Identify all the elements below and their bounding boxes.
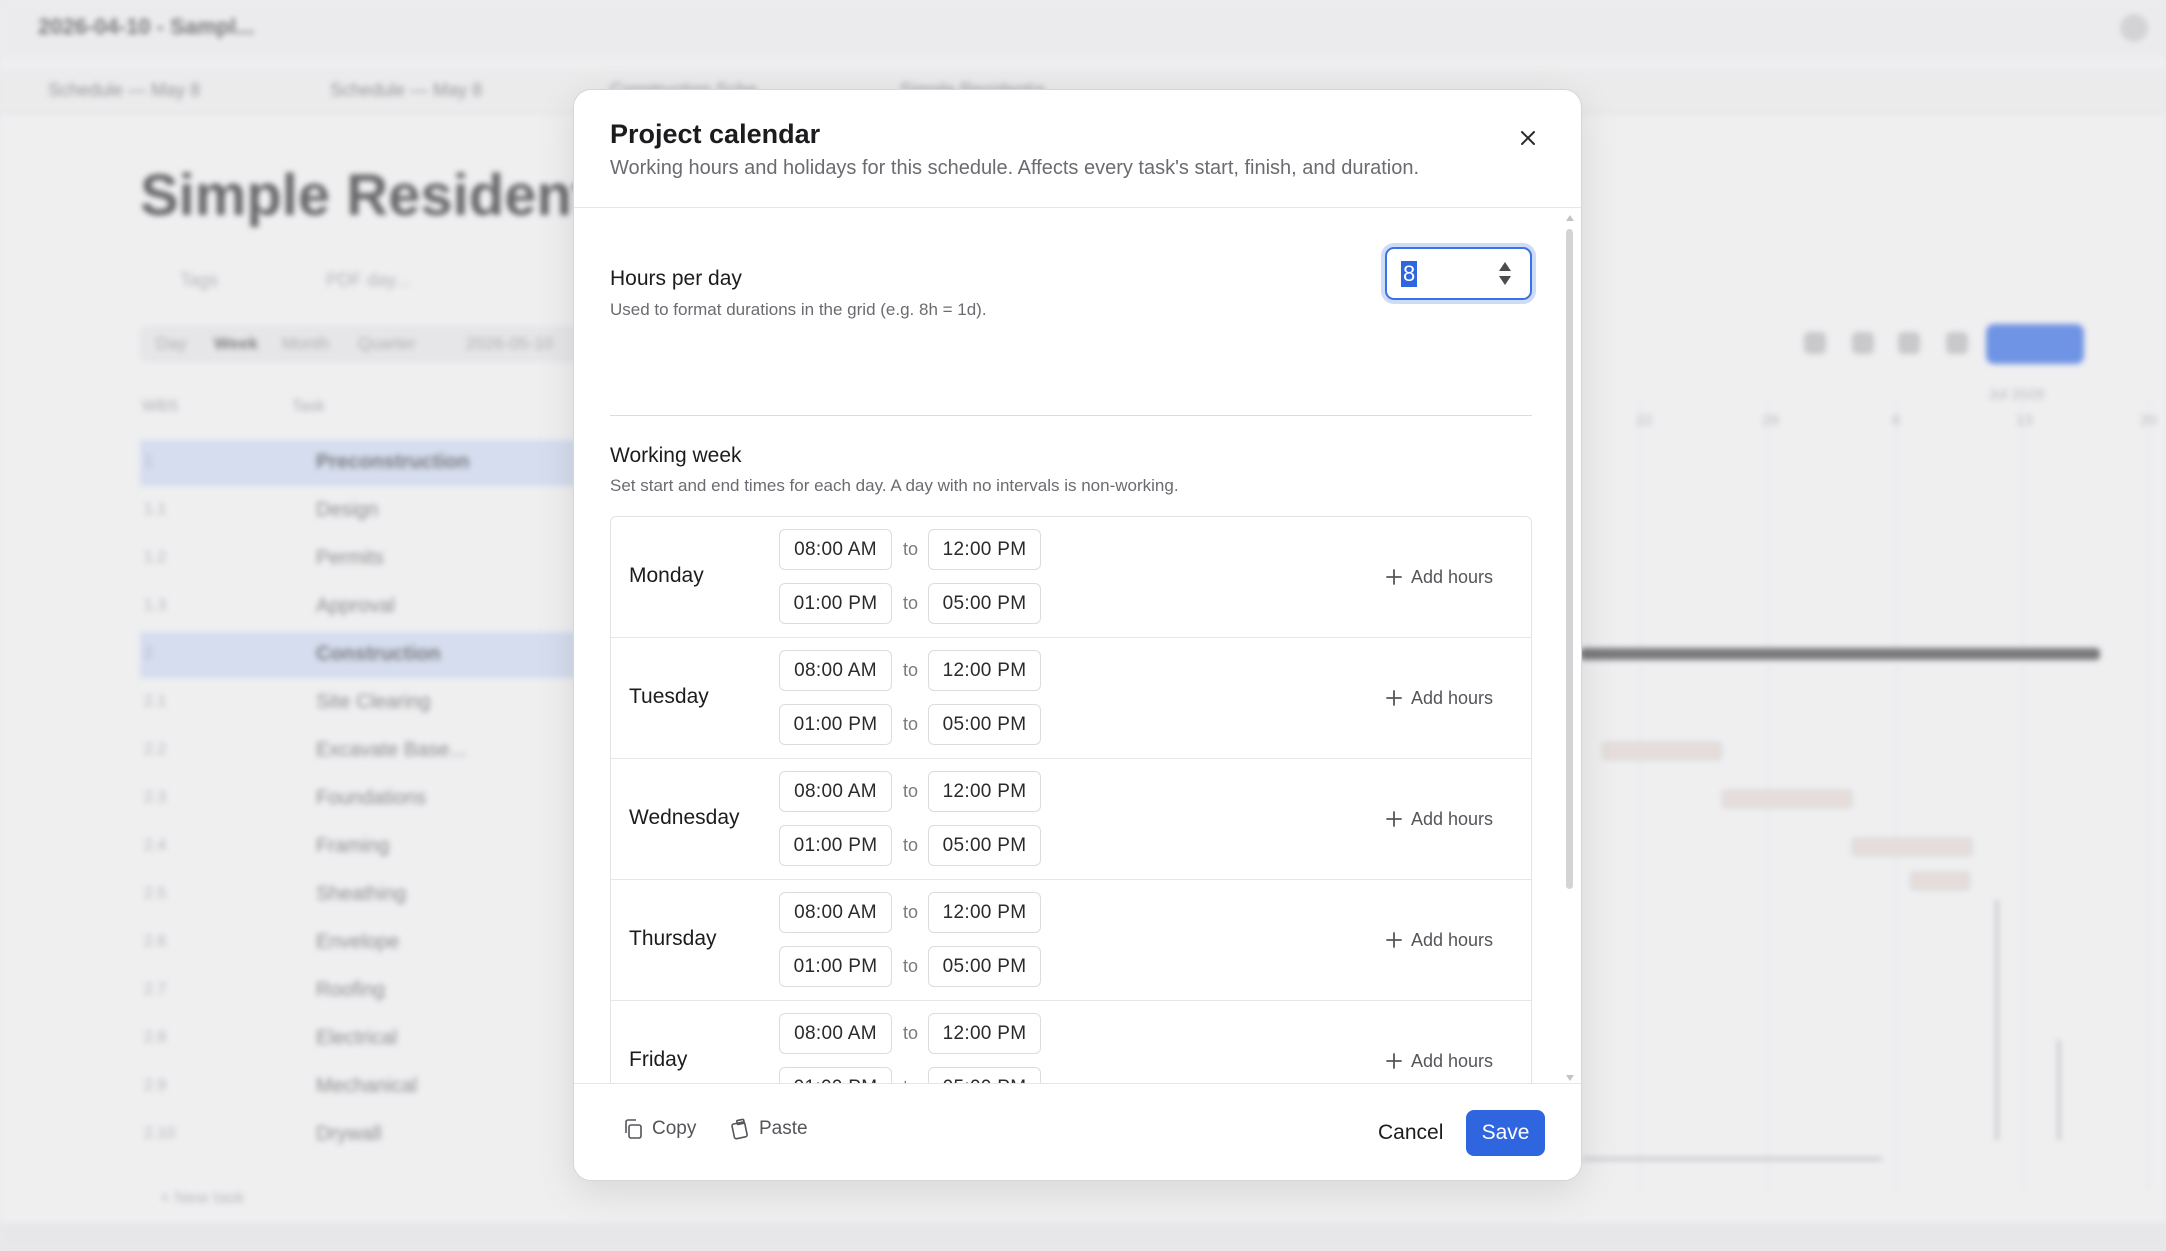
end-time-field[interactable]: 05:00 PM — [928, 1067, 1041, 1083]
scroll-up-icon[interactable] — [1566, 215, 1574, 221]
project-calendar-dialog: Project calendar Working hours and holid… — [573, 89, 1582, 1181]
to-label: to — [903, 593, 919, 613]
add-hours-label: Add hours — [1411, 929, 1494, 950]
dialog-scrollbar[interactable] — [1566, 215, 1574, 1081]
working-week-title: Working week — [610, 444, 742, 467]
add-hours-button[interactable]: Add hours — [1385, 925, 1493, 955]
plus-icon — [1386, 811, 1402, 827]
add-hours-label: Add hours — [1411, 1050, 1494, 1071]
dialog-title: Project calendar — [610, 119, 821, 149]
end-time-field[interactable]: 05:00 PM — [928, 583, 1041, 624]
hours-per-day-label: Hours per day — [610, 267, 742, 290]
to-label: to — [903, 660, 919, 680]
hours-per-day-help: Used to format durations in the grid (e.… — [610, 300, 987, 319]
plus-icon — [1386, 690, 1402, 706]
number-stepper[interactable] — [1498, 260, 1512, 288]
end-time-field[interactable]: 05:00 PM — [928, 704, 1041, 745]
copy-button[interactable]: Copy — [622, 1118, 696, 1140]
hours-per-day-value: 8 — [1401, 261, 1418, 287]
to-label: to — [903, 1023, 919, 1043]
end-time-field[interactable]: 05:00 PM — [928, 946, 1041, 987]
plus-icon — [1386, 932, 1402, 948]
add-hours-button[interactable]: Add hours — [1385, 804, 1493, 834]
end-time-field[interactable]: 12:00 PM — [928, 529, 1041, 570]
stepper-up-icon[interactable] — [1499, 262, 1511, 271]
scroll-thumb[interactable] — [1566, 229, 1573, 889]
day-row-thursday: Thursday 08:00 AM to 12:00 PM 01:00 PM to 05:0… — [611, 880, 1531, 1001]
day-name: Thursday — [629, 927, 717, 950]
start-time-field[interactable]: 08:00 AM — [779, 892, 892, 933]
plus-icon — [1386, 1053, 1402, 1069]
working-week-list: Monday 08:00 AM to 12:00 PM 01:00 PM to 05:00 … — [610, 516, 1532, 1083]
to-label: to — [903, 539, 919, 559]
start-time-field[interactable]: 08:00 AM — [779, 771, 892, 812]
add-hours-label: Add hours — [1411, 808, 1494, 829]
scroll-down-icon[interactable] — [1566, 1075, 1574, 1081]
start-time-field[interactable]: 01:00 PM — [779, 946, 892, 987]
copy-label: Copy — [652, 1118, 697, 1139]
save-button[interactable]: Save — [1466, 1110, 1545, 1156]
day-name: Wednesday — [629, 806, 740, 829]
hours-per-day-input[interactable]: 8 — [1385, 247, 1532, 300]
end-time-field[interactable]: 12:00 PM — [928, 650, 1041, 691]
copy-icon — [625, 1119, 642, 1139]
add-hours-label: Add hours — [1411, 566, 1494, 587]
to-label: to — [903, 835, 919, 855]
paste-icon — [731, 1118, 748, 1140]
day-name: Tuesday — [629, 685, 709, 708]
start-time-field[interactable]: 08:00 AM — [779, 650, 892, 691]
end-time-field[interactable]: 12:00 PM — [928, 771, 1041, 812]
paste-button[interactable]: Paste — [729, 1118, 808, 1140]
end-time-field[interactable]: 12:00 PM — [928, 1013, 1041, 1054]
add-hours-label: Add hours — [1411, 687, 1494, 708]
day-row-monday: Monday 08:00 AM to 12:00 PM 01:00 PM to 05:00 … — [611, 517, 1531, 638]
to-label: to — [903, 956, 919, 976]
add-hours-button[interactable]: Add hours — [1385, 683, 1493, 713]
start-time-field[interactable]: 01:00 PM — [779, 1067, 892, 1083]
working-week-help: Set start and end times for each day. A … — [610, 476, 1179, 495]
add-hours-button[interactable]: Add hours — [1385, 1046, 1493, 1076]
to-label: to — [903, 781, 919, 801]
plus-icon — [1386, 569, 1402, 585]
dialog-body: Hours per day Used to format durations i… — [574, 209, 1581, 1083]
day-row-wednesday: Wednesday 08:00 AM to 12:00 PM 01:00 PM to 05:… — [611, 759, 1531, 880]
start-time-field[interactable]: 01:00 PM — [779, 825, 892, 866]
day-name: Friday — [629, 1048, 688, 1071]
end-time-field[interactable]: 05:00 PM — [928, 825, 1041, 866]
dialog-header: Project calendar Working hours and holid… — [574, 90, 1581, 208]
day-row-friday: Friday08:00 AMto12:00 PM01:00 PMto05:00 … — [611, 1001, 1531, 1083]
paste-label: Paste — [759, 1118, 808, 1139]
cancel-button[interactable]: Cancel — [1368, 1111, 1453, 1155]
stepper-down-icon[interactable] — [1499, 276, 1511, 285]
section-divider — [610, 415, 1532, 416]
start-time-field[interactable]: 08:00 AM — [779, 529, 892, 570]
dialog-footer: Copy Paste Cancel Save — [574, 1083, 1581, 1180]
start-time-field[interactable]: 01:00 PM — [779, 583, 892, 624]
close-button[interactable] — [1510, 120, 1546, 156]
day-name: Monday — [629, 564, 704, 587]
to-label: to — [903, 714, 919, 734]
add-hours-button[interactable]: Add hours — [1385, 562, 1493, 592]
end-time-field[interactable]: 12:00 PM — [928, 892, 1041, 933]
start-time-field[interactable]: 01:00 PM — [779, 704, 892, 745]
dialog-subtitle: Working hours and holidays for this sche… — [610, 157, 1420, 179]
close-icon — [1521, 131, 1535, 145]
day-row-tuesday: Tuesday 08:00 AM to 12:00 PM 01:00 PM to 05:00… — [611, 638, 1531, 759]
to-label: to — [903, 902, 919, 922]
start-time-field[interactable]: 08:00 AM — [779, 1013, 892, 1054]
